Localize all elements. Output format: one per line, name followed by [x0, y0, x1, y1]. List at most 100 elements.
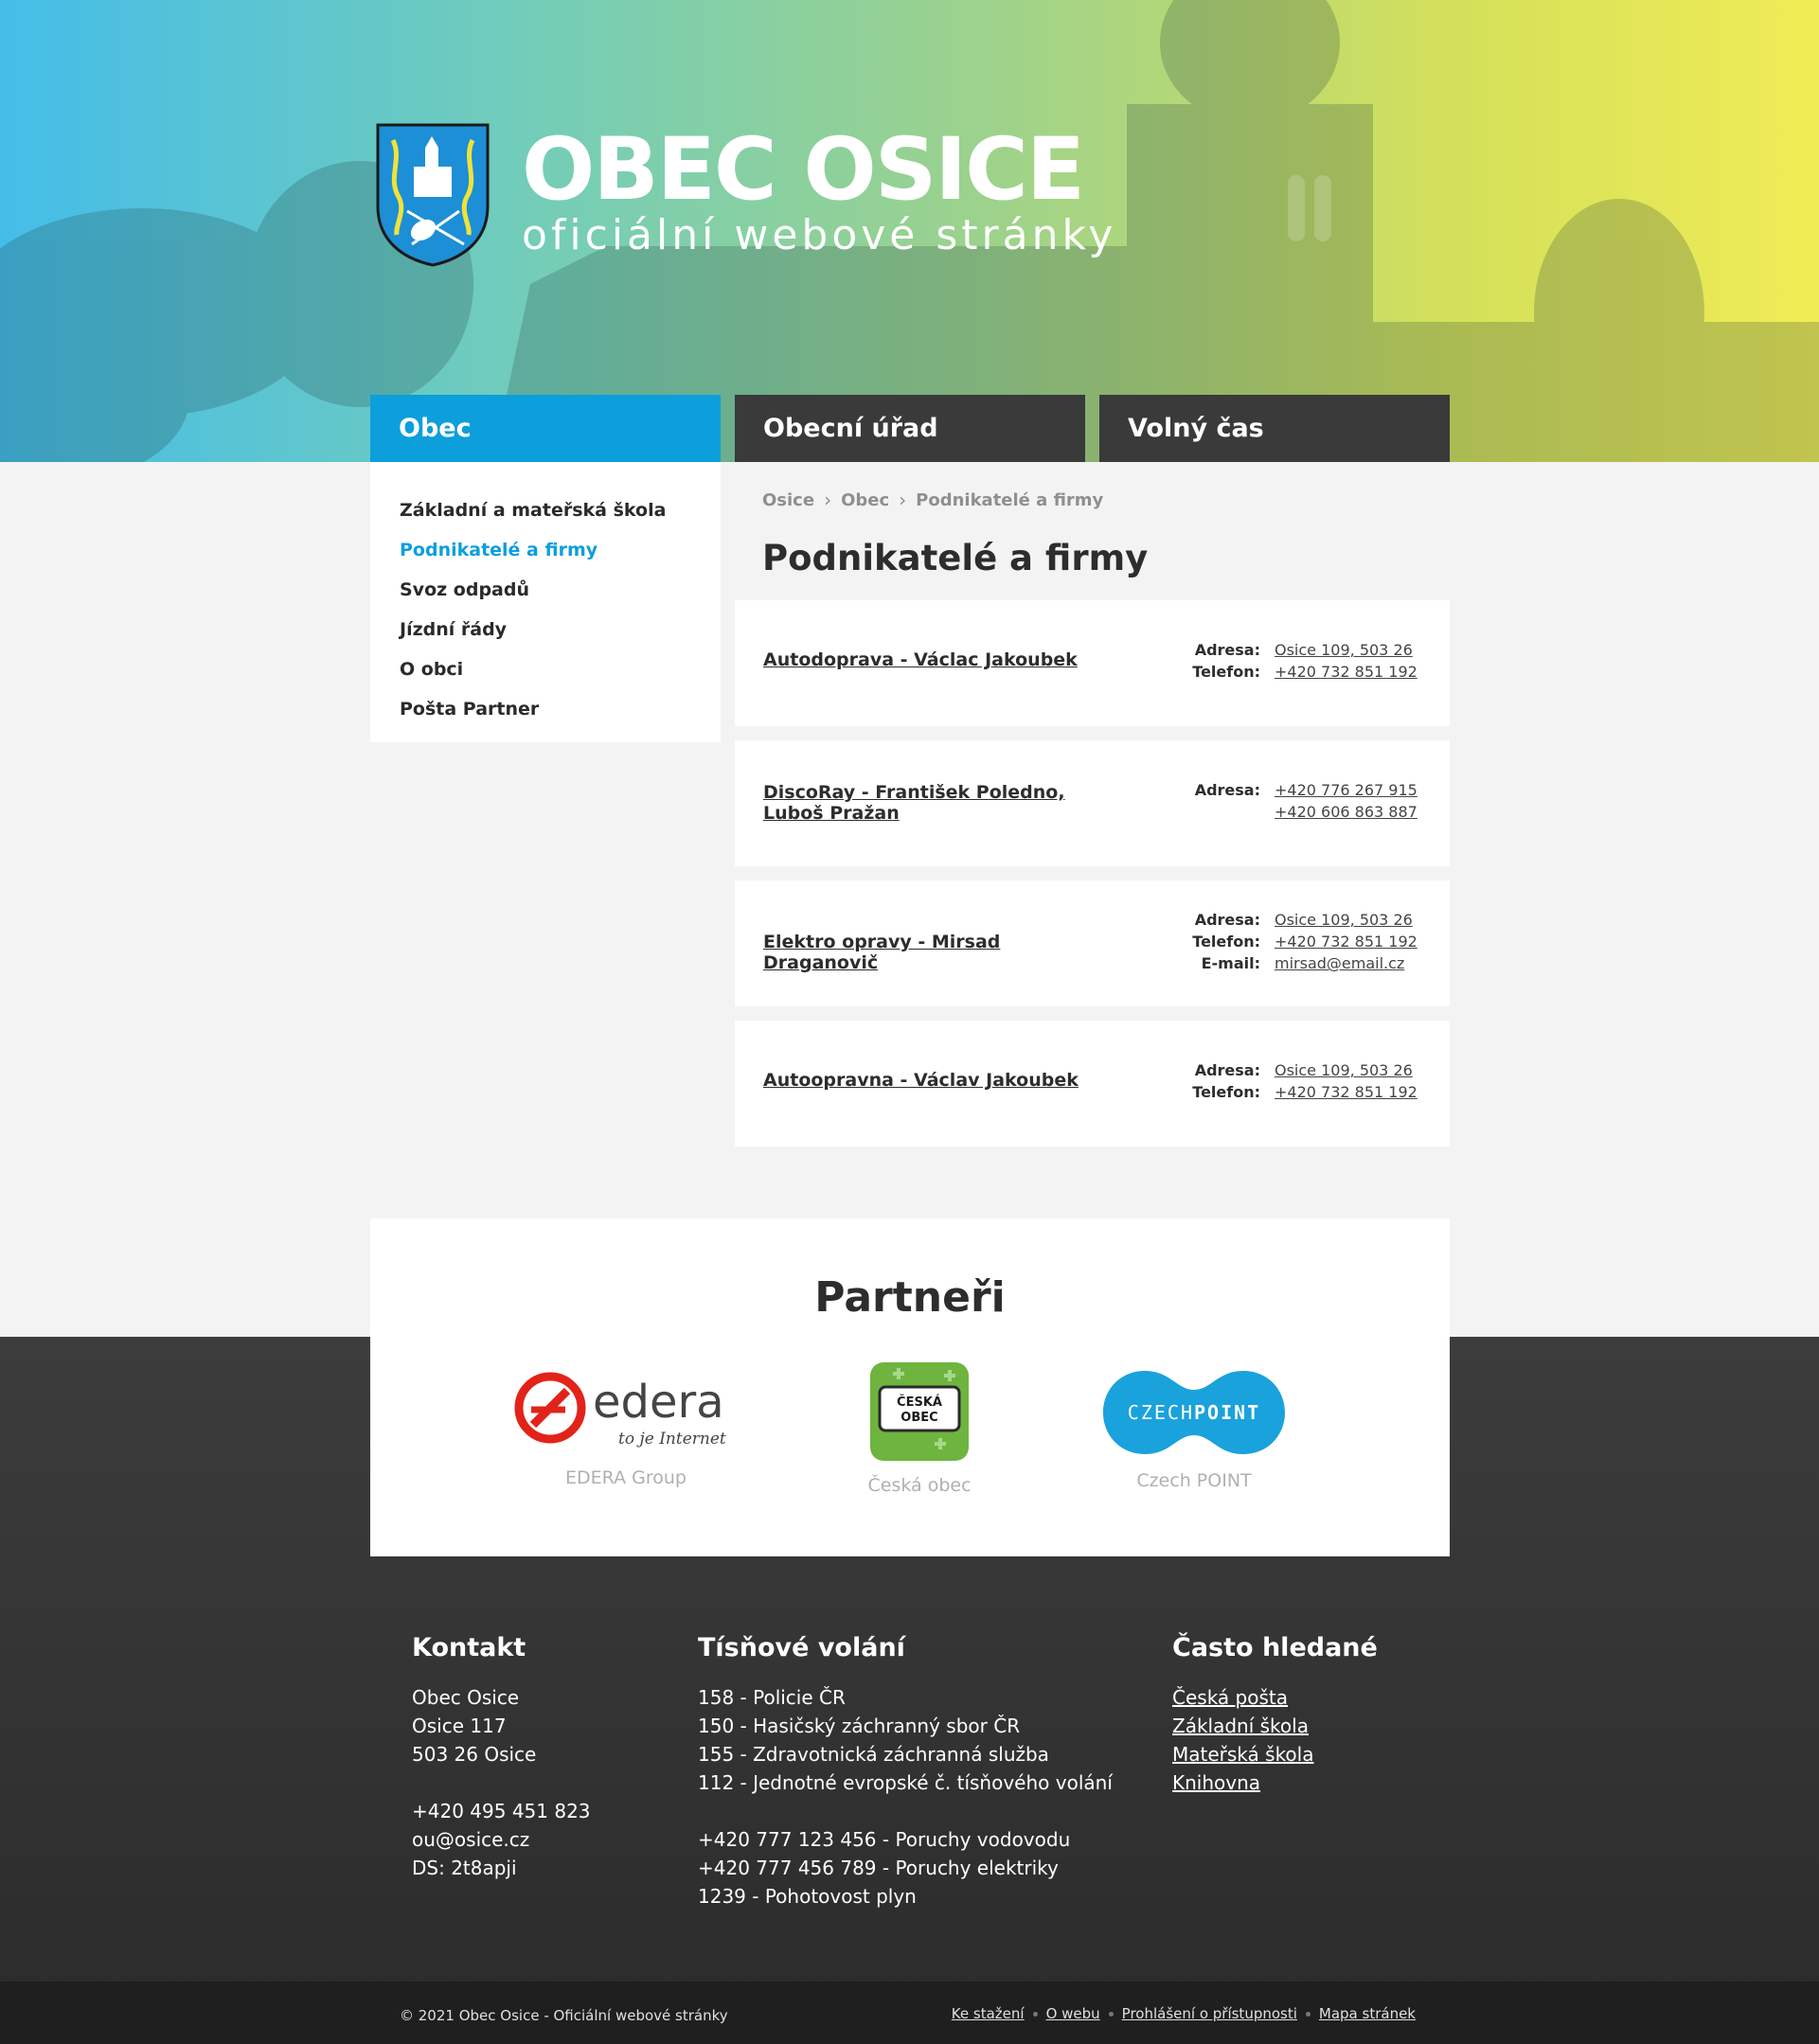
- site-title: OBEC OSICE: [522, 119, 1085, 220]
- ceska-obec-logo: ČESKÁ OBEC: [870, 1362, 969, 1461]
- phone-link[interactable]: +420 776 267 915: [1275, 779, 1418, 801]
- business-details: Adresa: Osice 109, 503 26 Telefon: +420 73…: [1175, 639, 1418, 683]
- svg-text:ČESKÁ: ČESKÁ: [897, 1395, 942, 1410]
- contact-email[interactable]: ou@osice.cz: [412, 1825, 591, 1854]
- frequent-link-knihovna[interactable]: Knihovna: [1172, 1771, 1260, 1794]
- partner-edera[interactable]: edera to je Internet EDERA Group: [512, 1370, 740, 1488]
- business-name-link[interactable]: Elektro opravy - Mirsad Draganovič: [763, 932, 1104, 973]
- detail-label: Telefon:: [1192, 1083, 1260, 1101]
- detail-label: [1175, 801, 1260, 823]
- business-name-link[interactable]: Autodoprava - Václac Jakoubek: [763, 649, 1104, 670]
- footer-emergency-title: Tísňové volání: [698, 1633, 905, 1662]
- sidebar-menu: Základní a mateřská škola Podnikatelé a …: [370, 462, 721, 742]
- contact-line: Osice 117: [412, 1715, 507, 1737]
- footer-link-o-webu[interactable]: O webu: [1046, 2005, 1100, 2022]
- partner-name: Česká obec: [867, 1475, 972, 1496]
- copyright: © 2021 Obec Osice - Oficiální webové str…: [400, 2007, 728, 2024]
- business-card: DiscoRay - František Poledno, Luboš Praž…: [735, 740, 1450, 866]
- partner-czechpoint[interactable]: CZECHPOINT Czech POINT: [1099, 1367, 1289, 1491]
- partner-ceska-obec[interactable]: ČESKÁ OBEC Česká obec: [848, 1360, 990, 1496]
- page-title: Podnikatelé a firmy: [762, 538, 1149, 578]
- business-list: Autodoprava - Václac Jakoubek Adresa: Osi…: [735, 600, 1450, 1161]
- nav-tab-obec[interactable]: Obec: [370, 395, 721, 462]
- emergency-line: +420 777 123 456 - Poruchy vodovodu: [698, 1828, 1071, 1851]
- detail-label: Adresa:: [1194, 1061, 1260, 1079]
- nav-tab-volny-cas[interactable]: Volný čas: [1099, 395, 1450, 462]
- frequent-link-zakladni-skola[interactable]: Základní škola: [1172, 1715, 1309, 1737]
- partners-section: Partneři edera to je Internet EDERA Grou…: [370, 1218, 1450, 1556]
- edera-logo: edera to je Internet: [514, 1372, 726, 1449]
- business-name-link[interactable]: Autoopravna - Václav Jakoubek: [763, 1070, 1104, 1091]
- contact-line: Obec Osice: [412, 1686, 520, 1709]
- partner-name: EDERA Group: [565, 1467, 687, 1488]
- sidebar-item-posta-partner[interactable]: Pošta Partner: [400, 689, 721, 729]
- czechpoint-logo: CZECHPOINT: [1103, 1371, 1285, 1454]
- breadcrumb-link-osice[interactable]: Osice: [762, 490, 814, 510]
- business-card: Autodoprava - Václac Jakoubek Adresa: Osi…: [735, 600, 1450, 726]
- frequent-link-materska-skola[interactable]: Mateřská škola: [1172, 1743, 1313, 1766]
- sidebar-item-skola[interactable]: Základní a mateřská škola: [400, 490, 721, 530]
- coat-of-arms-icon: [376, 123, 490, 267]
- phone-link[interactable]: +420 732 851 192: [1275, 1081, 1418, 1103]
- emergency-line: 150 - Hasičský záchranný sbor ČR: [698, 1715, 1021, 1737]
- svg-text:OBEC: OBEC: [901, 1411, 937, 1425]
- sidebar-item-o-obci[interactable]: O obci: [400, 649, 721, 689]
- separator-dot: [1032, 2011, 1038, 2017]
- separator-dot: [1305, 2011, 1311, 2017]
- detail-label: Adresa:: [1194, 781, 1260, 799]
- svg-text:to je Internet: to je Internet: [618, 1430, 726, 1449]
- detail-label: Adresa:: [1194, 911, 1260, 929]
- footer-contact: Kontakt Obec Osice Osice 117 503 26 Osic…: [412, 1633, 591, 1882]
- phone-link[interactable]: +420 606 863 887: [1275, 801, 1418, 823]
- partners-title: Partneři: [814, 1273, 1006, 1322]
- footer-link-mapa-stranek[interactable]: Mapa stránek: [1319, 2005, 1416, 2022]
- site-brand[interactable]: OBEC OSICE oficiální webové stránky: [374, 121, 1116, 268]
- sidebar-item-svoz-odpadu[interactable]: Svoz odpadů: [400, 570, 721, 610]
- business-name-link[interactable]: DiscoRay - František Poledno, Luboš Praž…: [763, 782, 1104, 824]
- business-card: Autoopravna - Václav Jakoubek Adresa: Osi…: [735, 1021, 1450, 1146]
- svg-text:edera: edera: [593, 1376, 724, 1429]
- main-navigation: Obec Obecní úřad Volný čas: [370, 395, 1450, 462]
- address-link[interactable]: Osice 109, 503 26: [1275, 1059, 1413, 1081]
- emergency-line: 158 - Policie ČR: [698, 1686, 846, 1709]
- business-details: Adresa: Osice 109, 503 26 Telefon: +420 73…: [1175, 909, 1418, 974]
- business-details: Adresa: +420 776 267 915 +420 606 863 887: [1175, 779, 1418, 823]
- footer-frequent: Často hledané Česká pošta Základní škola…: [1172, 1633, 1378, 1797]
- business-details: Adresa: Osice 109, 503 26 Telefon: +420 73…: [1175, 1059, 1418, 1103]
- emergency-line: +420 777 456 789 - Poruchy elektriky: [698, 1857, 1059, 1879]
- footer-emergency: Tísňové volání 158 - Policie ČR 150 - Ha…: [698, 1633, 1113, 1911]
- bottom-bar: [0, 1982, 1819, 2044]
- emergency-line: 155 - Zdravotnická záchranná služba: [698, 1743, 1049, 1766]
- emergency-line: 1239 - Pohotovost plyn: [698, 1885, 917, 1908]
- address-link[interactable]: Osice 109, 503 26: [1275, 639, 1413, 661]
- footer-frequent-title: Často hledané: [1172, 1633, 1378, 1662]
- email-link[interactable]: mirsad@email.cz: [1275, 952, 1404, 974]
- frequent-link-ceska-posta[interactable]: Česká pošta: [1172, 1686, 1288, 1709]
- sidebar-item-jizdni-rady[interactable]: Jízdní řády: [400, 610, 721, 649]
- breadcrumb: Osice › Obec › Podnikatelé a firmy: [762, 489, 1103, 511]
- sidebar-item-podnikatele[interactable]: Podnikatelé a firmy: [400, 530, 721, 570]
- contact-phone[interactable]: +420 495 451 823: [412, 1797, 591, 1825]
- chevron-right-icon: ›: [824, 489, 832, 511]
- footer-links: Ke stažení O webu Prohlášení o přístupno…: [952, 2005, 1416, 2022]
- phone-link[interactable]: +420 732 851 192: [1275, 931, 1418, 952]
- footer-link-pristupnost[interactable]: Prohlášení o přístupnosti: [1122, 2005, 1297, 2022]
- site-subtitle: oficiální webové stránky: [522, 210, 1117, 259]
- separator-dot: [1108, 2011, 1114, 2017]
- breadcrumb-link-obec[interactable]: Obec: [841, 490, 889, 510]
- detail-label: Adresa:: [1194, 641, 1260, 659]
- phone-link[interactable]: +420 732 851 192: [1275, 661, 1418, 683]
- footer-contact-title: Kontakt: [412, 1633, 526, 1662]
- contact-data-box: DS: 2t8apji: [412, 1857, 517, 1879]
- contact-line: 503 26 Osice: [412, 1743, 537, 1766]
- address-link[interactable]: Osice 109, 503 26: [1275, 909, 1413, 931]
- business-card: Elektro opravy - Mirsad Draganovič Adres…: [735, 880, 1450, 1006]
- footer-link-ke-stazeni[interactable]: Ke stažení: [952, 2005, 1025, 2022]
- detail-label: E-mail:: [1201, 954, 1260, 972]
- nav-tab-obecni-urad[interactable]: Obecní úřad: [735, 395, 1085, 462]
- emergency-line: 112 - Jednotné evropské č. tísňového vol…: [698, 1771, 1113, 1794]
- chevron-right-icon: ›: [899, 489, 907, 511]
- hero-banner: OBEC OSICE oficiální webové stránky: [0, 0, 1819, 462]
- partner-name: Czech POINT: [1136, 1470, 1252, 1491]
